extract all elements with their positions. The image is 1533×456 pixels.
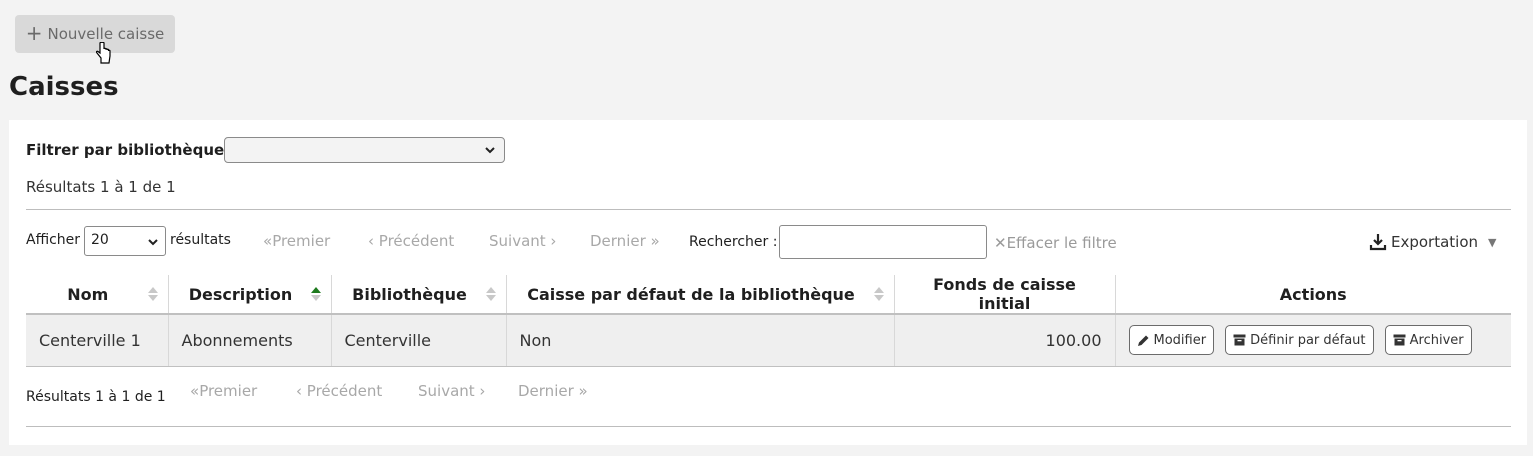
next-page-link[interactable]: Suivant › (418, 382, 485, 400)
chevron-right-icon: › (474, 382, 486, 400)
page-title: Caisses (9, 72, 119, 102)
search-input[interactable] (779, 225, 987, 259)
double-chevron-right-icon: » (573, 382, 588, 400)
previous-page-link[interactable]: ‹ Précédent (368, 232, 454, 250)
results-summary: Résultats 1 à 1 de 1 (26, 178, 176, 196)
archive-icon (1393, 334, 1406, 346)
sort-icon (873, 287, 884, 301)
first-page-label: Premier (272, 232, 331, 250)
search-label: Rechercher : (689, 234, 778, 250)
next-page-link[interactable]: Suivant › (489, 232, 556, 250)
results-summary-bottom: Résultats 1 à 1 de 1 (26, 389, 166, 405)
close-icon: ✕ (994, 234, 1007, 252)
library-filter-label: Filtrer par bibliothèque : (26, 141, 236, 159)
first-page-link[interactable]: «Premier (263, 232, 330, 250)
next-page-label: Suivant (418, 382, 475, 400)
results-label: résultats (170, 232, 231, 248)
pencil-icon (1137, 335, 1148, 346)
last-page-link[interactable]: Dernier » (518, 382, 588, 400)
column-header-default-register[interactable]: Caisse par défaut de la bibliothèque (505, 275, 894, 315)
previous-page-label: Précédent (306, 382, 383, 400)
first-page-link[interactable]: «Premier (190, 382, 257, 400)
archive-icon (1233, 334, 1246, 346)
column-header-library[interactable]: Bibliothèque (330, 275, 506, 315)
page-length-select[interactable]: 20 (84, 226, 166, 256)
registers-table: Nom Description Bibliothèque Caisse par … (26, 275, 1511, 367)
table-toolbar: Afficher 20 résultats «Premier ‹ Précéde… (26, 224, 1511, 260)
divider (26, 426, 1511, 427)
new-register-label: Nouvelle caisse (47, 25, 165, 43)
previous-page-link[interactable]: ‹ Précédent (296, 382, 382, 400)
library-filter-select[interactable] (224, 137, 505, 163)
table-footer: Résultats 1 à 1 de 1 «Premier ‹ Précéden… (26, 380, 1511, 410)
export-label: Exportation (1391, 233, 1479, 251)
double-chevron-left-icon: « (190, 382, 200, 400)
cell-name: Centerville 1 (26, 314, 168, 367)
chevron-left-icon: ‹ (296, 382, 307, 400)
clear-filter-label: Effacer le filtre (1006, 234, 1117, 252)
sort-icon (485, 287, 496, 301)
last-page-label: Dernier (590, 232, 646, 250)
plus-icon: + (25, 21, 43, 45)
sort-ascending-icon (310, 287, 321, 301)
last-page-link[interactable]: Dernier » (590, 232, 660, 250)
registers-panel: Filtrer par bibliothèque : Résultats 1 à… (9, 120, 1527, 445)
edit-label: Modifier (1153, 332, 1207, 348)
last-page-label: Dernier (518, 382, 574, 400)
cell-actions: Modifier Définir par défaut Archiver (1114, 314, 1511, 367)
archive-label: Archiver (1409, 332, 1464, 348)
download-icon (1369, 234, 1387, 251)
archive-button[interactable]: Archiver (1384, 325, 1472, 356)
cell-description: Abonnements (167, 314, 331, 367)
clear-filter-button[interactable]: ✕Effacer le filtre (994, 234, 1117, 252)
cell-library: Centerville (330, 314, 506, 367)
next-page-label: Suivant (489, 232, 546, 250)
sort-icon (147, 287, 158, 301)
cell-default: Non (505, 314, 894, 367)
column-header-actions: Actions (1114, 275, 1511, 315)
column-header-description[interactable]: Description (167, 275, 331, 315)
new-register-button[interactable]: + Nouvelle caisse (15, 15, 175, 53)
previous-page-label: Précédent (378, 232, 455, 250)
cell-initial-float: 100.00 (893, 314, 1115, 367)
chevron-right-icon: › (545, 232, 557, 250)
set-default-label: Définir par défaut (1250, 332, 1366, 348)
caret-down-icon[interactable]: ▼ (1488, 236, 1496, 249)
column-header-initial-float: Fonds de caisse initial (893, 275, 1115, 315)
show-label: Afficher (26, 232, 81, 248)
column-header-name[interactable]: Nom (26, 275, 168, 315)
first-page-label: Premier (199, 382, 258, 400)
chevron-down-icon (485, 147, 495, 154)
chevron-left-icon: ‹ (368, 232, 379, 250)
double-chevron-right-icon: » (645, 232, 660, 250)
double-chevron-left-icon: « (263, 232, 273, 250)
page-length-value: 20 (91, 232, 109, 248)
table-row: Centerville 1 Abonnements Centerville No… (26, 314, 1511, 367)
export-button[interactable]: Exportation (1369, 233, 1478, 251)
edit-button[interactable]: Modifier (1128, 325, 1215, 356)
hand-cursor-icon (96, 42, 111, 64)
chevron-down-icon (148, 239, 158, 246)
divider (26, 209, 1511, 210)
set-default-button[interactable]: Définir par défaut (1225, 325, 1374, 356)
